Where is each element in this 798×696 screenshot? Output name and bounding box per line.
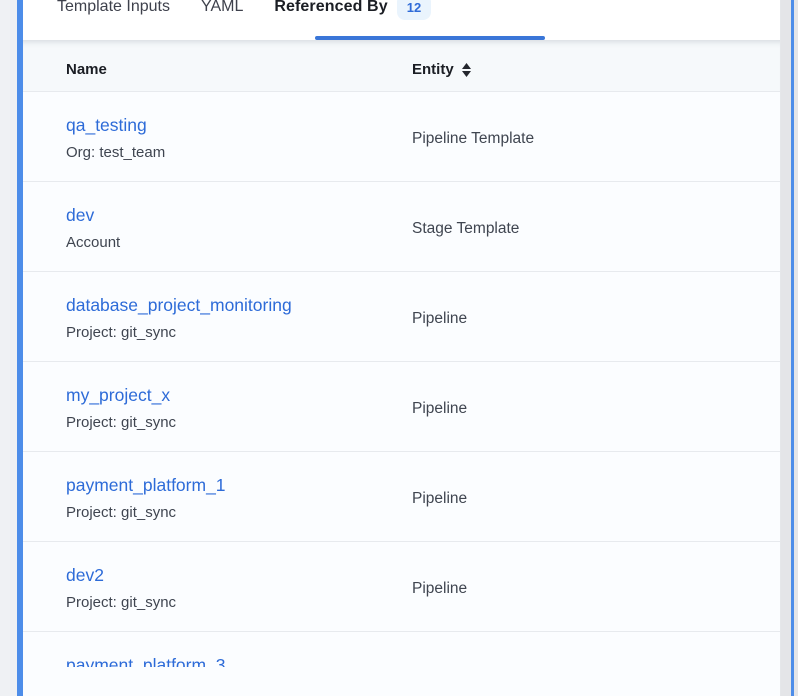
page-background-right <box>794 0 798 696</box>
table-body: qa_testing Org: test_team Pipeline Templ… <box>23 92 780 667</box>
template-reference-link[interactable]: qa_testing <box>66 115 147 135</box>
table-row: database_project_monitoring Project: git… <box>23 272 780 362</box>
referenced-by-count-badge: 12 <box>397 0 432 20</box>
scrollbar-track[interactable] <box>781 0 791 696</box>
name-cell: dev <box>66 205 94 226</box>
entity-cell: Pipeline <box>412 399 467 418</box>
entity-cell: Pipeline <box>412 579 467 598</box>
template-reference-link[interactable]: dev2 <box>66 565 104 585</box>
table-row: dev Account Stage Template <box>23 182 780 272</box>
entity-cell: Pipeline Template <box>412 129 534 148</box>
name-cell: payment_platform_1 <box>66 475 226 496</box>
tab-yaml-label: YAML <box>201 0 243 17</box>
tab-template-inputs[interactable]: Template Inputs <box>57 0 170 17</box>
table-header-row: Name Entity <box>23 40 780 92</box>
template-reference-link[interactable]: payment_platform_3 <box>66 655 226 667</box>
scope-label: Project: git_sync <box>66 593 176 612</box>
scope-label: Account <box>66 233 120 252</box>
entity-cell: Pipeline <box>412 309 467 328</box>
name-cell: dev2 <box>66 565 104 586</box>
column-header-entity-label: Entity <box>412 61 454 79</box>
table-row: qa_testing Org: test_team Pipeline Templ… <box>23 92 780 182</box>
template-reference-link[interactable]: payment_platform_1 <box>66 475 226 495</box>
table-row: payment_platform_3 <box>23 632 780 667</box>
name-cell: qa_testing <box>66 115 147 136</box>
entity-cell: Pipeline <box>412 489 467 508</box>
template-details-drawer: Template Inputs YAML Referenced By 12 Na… <box>0 0 798 696</box>
page-background-left <box>0 0 17 696</box>
table-row: dev2 Project: git_sync Pipeline <box>23 542 780 632</box>
name-cell: my_project_x <box>66 385 170 406</box>
tab-bar: Template Inputs YAML Referenced By 12 <box>23 0 780 40</box>
column-header-name: Name <box>66 61 107 79</box>
tab-referenced-by-label: Referenced By <box>274 0 387 17</box>
table-row: payment_platform_1 Project: git_sync Pip… <box>23 452 780 542</box>
scope-label: Project: git_sync <box>66 503 176 522</box>
template-reference-link[interactable]: dev <box>66 205 94 225</box>
column-header-entity[interactable]: Entity <box>412 61 471 79</box>
scope-label: Project: git_sync <box>66 323 176 342</box>
tab-yaml[interactable]: YAML <box>201 0 243 17</box>
referenced-by-table: Name Entity qa_testing Org: test_team Pi… <box>23 40 780 667</box>
template-reference-link[interactable]: database_project_monitoring <box>66 295 292 315</box>
table-row: my_project_x Project: git_sync Pipeline <box>23 362 780 452</box>
scope-label: Org: test_team <box>66 143 165 162</box>
template-reference-link[interactable]: my_project_x <box>66 385 170 405</box>
name-cell: payment_platform_3 <box>66 655 226 667</box>
tab-referenced-by[interactable]: Referenced By 12 <box>274 0 431 23</box>
tab-template-inputs-label: Template Inputs <box>57 0 170 17</box>
drawer-panel: Template Inputs YAML Referenced By 12 Na… <box>23 0 781 696</box>
scope-label: Project: git_sync <box>66 413 176 432</box>
name-cell: database_project_monitoring <box>66 295 292 316</box>
entity-cell: Stage Template <box>412 219 519 238</box>
sort-arrows-icon <box>462 63 471 77</box>
